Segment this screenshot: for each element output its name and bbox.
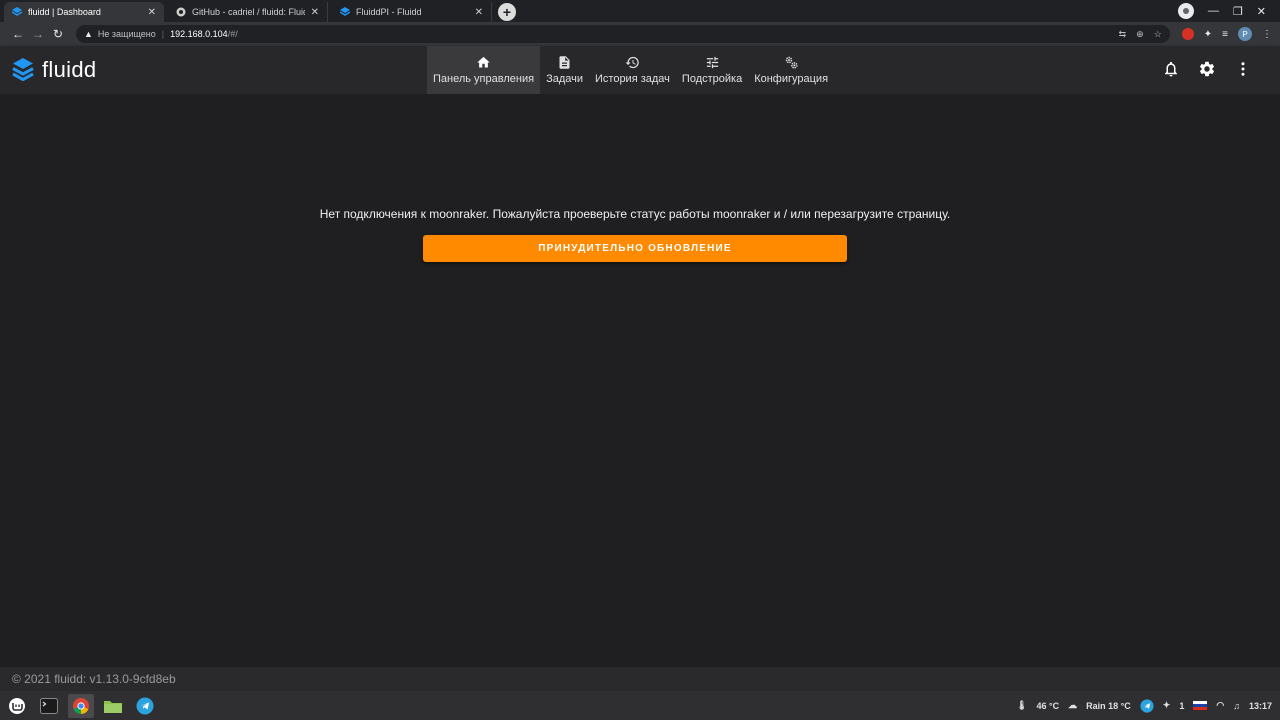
browser-tab-fluidd[interactable]: fluidd | Dashboard ✕ bbox=[4, 2, 164, 22]
file-icon bbox=[559, 56, 570, 69]
app-bar: fluidd Панель управления Задачи История … bbox=[0, 46, 1280, 94]
music-icon[interactable]: ♫ bbox=[1233, 701, 1240, 711]
tune-icon bbox=[706, 56, 718, 69]
system-tray: 🌡 46 °C ☁ Rain 18 °C ✦ 1 ◠ ♫ 13:17 bbox=[1016, 698, 1280, 713]
history-icon bbox=[625, 56, 639, 69]
browser-tab-github[interactable]: GitHub - cadriel / fluidd: Fluid ✕ bbox=[168, 2, 328, 22]
nav-history[interactable]: История задач bbox=[589, 46, 676, 94]
chrome-menu-icon[interactable]: ⋮ bbox=[1262, 29, 1272, 40]
telegram-icon bbox=[136, 697, 154, 714]
notification-icon[interactable]: ✦ bbox=[1163, 700, 1171, 711]
url-path: /#/ bbox=[227, 29, 238, 39]
keyboard-layout-flag-icon[interactable] bbox=[1193, 700, 1208, 711]
cpu-temp: 46 °C bbox=[1036, 700, 1060, 711]
taskbar-files[interactable] bbox=[100, 694, 126, 718]
security-label: Не защищено bbox=[97, 29, 156, 39]
app-footer: © 2021 fluidd: v1.13.0-9cfd8eb bbox=[0, 667, 1280, 691]
notification-count: 1 bbox=[1179, 700, 1185, 711]
wifi-icon[interactable]: ◠ bbox=[1216, 700, 1224, 711]
address-separator: | bbox=[161, 29, 165, 39]
force-refresh-button[interactable]: ПРИНУДИТЕЛЬНО ОБНОВЛЕНИЕ bbox=[423, 235, 847, 262]
bell-icon[interactable] bbox=[1162, 60, 1180, 78]
close-icon[interactable]: ✕ bbox=[148, 7, 156, 18]
nav-label: Подстройка bbox=[681, 73, 743, 85]
close-icon[interactable]: ✕ bbox=[475, 7, 483, 18]
folder-icon bbox=[104, 700, 122, 713]
taskbar-chrome[interactable] bbox=[68, 693, 94, 718]
new-tab-button[interactable]: + bbox=[498, 3, 516, 21]
translate-icon[interactable]: ⇆ bbox=[1119, 29, 1127, 40]
profile-avatar[interactable]: P bbox=[1238, 27, 1252, 41]
taskbar-terminal[interactable] bbox=[36, 694, 62, 718]
gear-icon[interactable] bbox=[1198, 60, 1216, 78]
os-taskbar: 🌡 46 °C ☁ Rain 18 °C ✦ 1 ◠ ♫ 13:17 bbox=[0, 691, 1280, 720]
window-controls: — ❐ ✕ bbox=[1177, 0, 1280, 22]
app-bar-actions bbox=[1162, 60, 1252, 78]
cogs-icon bbox=[785, 56, 798, 69]
linux-mint-icon bbox=[9, 697, 25, 714]
github-favicon-icon bbox=[176, 7, 186, 17]
extension-icon[interactable] bbox=[1181, 28, 1194, 40]
window-close-icon[interactable]: ✕ bbox=[1257, 5, 1266, 18]
nav-label: Задачи bbox=[546, 73, 583, 85]
url-host: 192.168.0.104 bbox=[170, 29, 228, 39]
nav-configuration[interactable]: Конфигурация bbox=[748, 46, 834, 94]
nav-label: Панель управления bbox=[433, 73, 535, 85]
browser-tab-title: GitHub - cadriel / fluidd: Fluid bbox=[192, 7, 305, 17]
terminal-icon bbox=[40, 697, 58, 714]
chrome-profile-icon[interactable] bbox=[1177, 3, 1194, 19]
home-icon bbox=[477, 56, 490, 68]
thermometer-icon: 🌡 bbox=[1016, 700, 1028, 710]
brand-logo[interactable]: fluidd bbox=[12, 57, 96, 83]
browser-toolbar: ← → ↻ ▲ Не защищено | 192.168.0.104 /#/ … bbox=[0, 22, 1280, 46]
fluidd-favicon-icon bbox=[12, 7, 22, 16]
zoom-icon[interactable]: ⊕ bbox=[1136, 29, 1144, 40]
browser-tab-strip: fluidd | Dashboard ✕ GitHub - cadriel / … bbox=[0, 0, 1280, 22]
nav-jobs[interactable]: Задачи bbox=[540, 46, 589, 94]
connection-error-message: Нет подключения к moonraker. Пожалуйста … bbox=[319, 207, 951, 221]
more-vert-icon[interactable] bbox=[1234, 60, 1252, 78]
browser-tab-fluiddpi[interactable]: FluiddPI - Fluidd ✕ bbox=[332, 2, 492, 22]
bookmark-star-icon[interactable]: ☆ bbox=[1154, 29, 1162, 40]
version-label: © 2021 fluidd: v1.13.0-9cfd8eb bbox=[12, 672, 176, 686]
maximize-icon[interactable]: ❐ bbox=[1233, 5, 1243, 18]
telegram-tray-icon[interactable] bbox=[1140, 698, 1154, 713]
extensions-area: ✦ ≡ P ⋮ bbox=[1181, 27, 1272, 41]
fluidd-logo-icon bbox=[12, 58, 34, 81]
forward-icon[interactable]: → bbox=[28, 27, 48, 41]
address-bar-actions: ⇆ ⊕ ☆ bbox=[1119, 29, 1162, 40]
mint-menu-button[interactable] bbox=[4, 694, 30, 718]
chrome-icon bbox=[73, 697, 89, 714]
browser-tab-title: FluiddPI - Fluidd bbox=[356, 7, 422, 17]
back-icon[interactable]: ← bbox=[8, 27, 28, 41]
brand-name: fluidd bbox=[42, 57, 97, 82]
taskbar-telegram[interactable] bbox=[132, 694, 158, 718]
close-icon[interactable]: ✕ bbox=[311, 7, 319, 18]
reading-list-icon[interactable]: ≡ bbox=[1222, 29, 1228, 40]
nav-label: История задач bbox=[595, 73, 670, 85]
nav-label: Конфигурация bbox=[754, 73, 829, 85]
main-content: Нет подключения к moonraker. Пожалуйста … bbox=[0, 94, 1280, 667]
warning-icon[interactable]: ▲ bbox=[84, 29, 93, 39]
clock[interactable]: 13:17 bbox=[1249, 701, 1272, 711]
puzzle-icon[interactable]: ✦ bbox=[1204, 29, 1212, 40]
nav-tune[interactable]: Подстройка bbox=[676, 46, 748, 94]
address-bar[interactable]: ▲ Не защищено | 192.168.0.104 /#/ ⇆ ⊕ ☆ bbox=[76, 25, 1170, 43]
reload-icon[interactable]: ↻ bbox=[48, 27, 68, 41]
weather-icon: ☁ bbox=[1068, 700, 1078, 710]
browser-tab-title: fluidd | Dashboard bbox=[28, 7, 101, 17]
nav-dashboard[interactable]: Панель управления bbox=[427, 46, 541, 94]
weather-status: Rain 18 °C bbox=[1086, 700, 1131, 711]
fluidd-favicon-icon bbox=[340, 7, 350, 16]
main-nav: Панель управления Задачи История задач П… bbox=[427, 46, 834, 94]
minimize-icon[interactable]: — bbox=[1208, 5, 1219, 17]
